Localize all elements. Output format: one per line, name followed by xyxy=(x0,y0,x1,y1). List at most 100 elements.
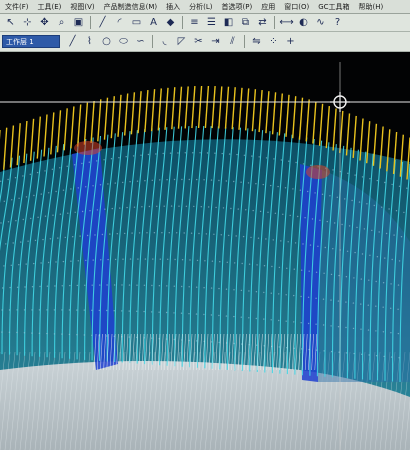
toolpath-point xyxy=(273,158,275,160)
mirror-icon[interactable]: ⇋ xyxy=(249,35,264,49)
toolpath-point xyxy=(293,321,295,323)
toolpath-point xyxy=(129,258,132,260)
menu-bar: 文件(F) 工具(E) 视图(V) 产品制造信息(M) 插入 分析(L) 首选项(P) 应用窗… xyxy=(0,0,410,14)
menu-item[interactable]: 工具(E) xyxy=(37,2,63,12)
toolpath-point xyxy=(233,315,235,318)
toolpath-point xyxy=(100,259,102,261)
toolpath-point xyxy=(255,183,257,185)
help-icon[interactable]: ? xyxy=(330,16,345,30)
menu-item[interactable]: 帮助(H) xyxy=(358,2,385,12)
tool-axis-vector xyxy=(177,86,183,129)
toolpath-point xyxy=(222,207,225,209)
move-icon[interactable]: ⇄ xyxy=(255,16,270,30)
fillet-icon[interactable]: ◟ xyxy=(157,35,172,49)
toolpath-point xyxy=(114,182,117,184)
menu-item[interactable]: GC工具箱 xyxy=(317,2,350,12)
curve-toolbar: 工作层 1 ╱ ⌇ ○ ⬭ ∽ ◟ ◸ ✂ ⇥ ⫽ ⇋ ⁘ + xyxy=(0,32,410,52)
menu-item[interactable]: 分析(L) xyxy=(188,2,213,12)
point-icon[interactable]: + xyxy=(283,35,298,49)
toolpath-point xyxy=(185,205,188,207)
menu-item[interactable]: 视图(V) xyxy=(69,2,95,12)
view-icon[interactable]: ◧ xyxy=(221,16,236,30)
toolpath-point xyxy=(280,159,282,161)
toolpath-point xyxy=(44,215,47,217)
offset-icon[interactable]: ⫽ xyxy=(225,35,240,49)
menu-item[interactable]: 窗口(O) xyxy=(283,2,310,12)
toolpath-point xyxy=(30,217,32,220)
pan-icon[interactable]: ✥ xyxy=(37,16,52,30)
toolpath-point xyxy=(34,239,37,242)
toolpath-point xyxy=(8,331,11,333)
layer-settings-icon[interactable]: ☰ xyxy=(204,16,219,30)
fit-icon[interactable]: ▣ xyxy=(71,16,86,30)
note-icon[interactable]: A xyxy=(146,16,161,30)
tool-axis-vector xyxy=(245,88,250,131)
chamfer-icon[interactable]: ◸ xyxy=(174,35,189,49)
layer-icon[interactable]: ≡ xyxy=(187,16,202,30)
toolpath-point xyxy=(300,295,302,298)
toolpath-point xyxy=(360,278,362,280)
line-icon[interactable]: ╱ xyxy=(65,35,80,49)
toolpath-point xyxy=(144,180,146,182)
menu-item[interactable]: 产品制造信息(M) xyxy=(103,2,159,12)
tool-axis-vector xyxy=(3,127,8,170)
select-icon[interactable]: ↖ xyxy=(3,16,18,30)
polyline-icon[interactable]: ⌇ xyxy=(82,35,97,49)
toolpath-point xyxy=(214,152,216,154)
analysis-icon[interactable]: ∿ xyxy=(313,16,328,30)
extend-icon[interactable]: ⇥ xyxy=(208,35,223,49)
tool-axis-vector xyxy=(318,103,324,146)
toolpath-point xyxy=(337,326,340,328)
toolpath-point xyxy=(225,288,228,290)
menu-item[interactable]: 插入 xyxy=(165,2,181,12)
pattern-icon[interactable]: ⁘ xyxy=(266,35,281,49)
toolpath-point xyxy=(218,179,220,182)
tool-axis-vector xyxy=(278,93,283,136)
standard-toolbar: ↖ ⊹ ✥ ⌕ ▣ ╱ ◜ ▭ A ◆ ≡ ☰ ◧ ⧉ ⇄ ⟷ ◐ ∿? xyxy=(0,14,410,32)
toolpath-point xyxy=(36,171,39,174)
trim-icon[interactable]: ✂ xyxy=(191,35,206,49)
ellipse-icon[interactable]: ⬭ xyxy=(116,35,131,49)
spline-icon[interactable]: ∽ xyxy=(133,35,148,49)
rectangle-icon[interactable]: ▭ xyxy=(129,16,144,30)
toolpath-point xyxy=(326,220,328,223)
toolpath-point xyxy=(68,333,71,336)
toolpath-point xyxy=(159,258,161,260)
toolpath-point xyxy=(245,209,247,211)
toolpath-point xyxy=(46,309,48,311)
toolpath-point xyxy=(143,310,145,313)
wcs-crosshair-icon[interactable] xyxy=(330,92,350,112)
toolpath-point xyxy=(360,303,362,305)
hotspot xyxy=(306,165,330,179)
arc-icon[interactable]: ◜ xyxy=(112,16,127,30)
toolpath-point xyxy=(242,235,245,238)
layer-dropdown[interactable]: 工作层 1 xyxy=(2,35,60,48)
toolpath-point xyxy=(203,287,205,289)
toolpath-point xyxy=(278,346,280,348)
toolpath-point xyxy=(199,152,201,154)
toolpath-point xyxy=(346,250,349,252)
snap-icon[interactable]: ⊹ xyxy=(20,16,35,30)
toolpath-point xyxy=(180,312,183,314)
zoom-icon[interactable]: ⌕ xyxy=(54,16,69,30)
toolpath-point xyxy=(165,311,168,314)
menu-item[interactable]: 首选项(P) xyxy=(221,2,254,12)
copy-icon[interactable]: ⧉ xyxy=(238,16,253,30)
toolpath-point xyxy=(88,161,91,163)
section-icon[interactable]: ◐ xyxy=(296,16,311,30)
graphics-window[interactable] xyxy=(0,52,410,450)
toolpath-point xyxy=(166,179,168,181)
toolpath-point xyxy=(330,350,333,353)
toolpath-point xyxy=(16,286,19,288)
toolbar-separator xyxy=(182,16,183,29)
measure-icon[interactable]: ⟷ xyxy=(279,16,294,30)
circle-icon[interactable]: ○ xyxy=(99,35,114,49)
toolpath-point xyxy=(220,234,222,236)
menu-item[interactable]: 文件(F) xyxy=(4,2,30,12)
menu-item[interactable]: 应用 xyxy=(260,2,276,12)
toolpath-point xyxy=(255,317,257,320)
toolpath-point xyxy=(302,243,304,245)
paint-icon[interactable]: ◆ xyxy=(163,16,178,30)
line-icon[interactable]: ╱ xyxy=(95,16,110,30)
toolpath-point xyxy=(83,334,86,336)
